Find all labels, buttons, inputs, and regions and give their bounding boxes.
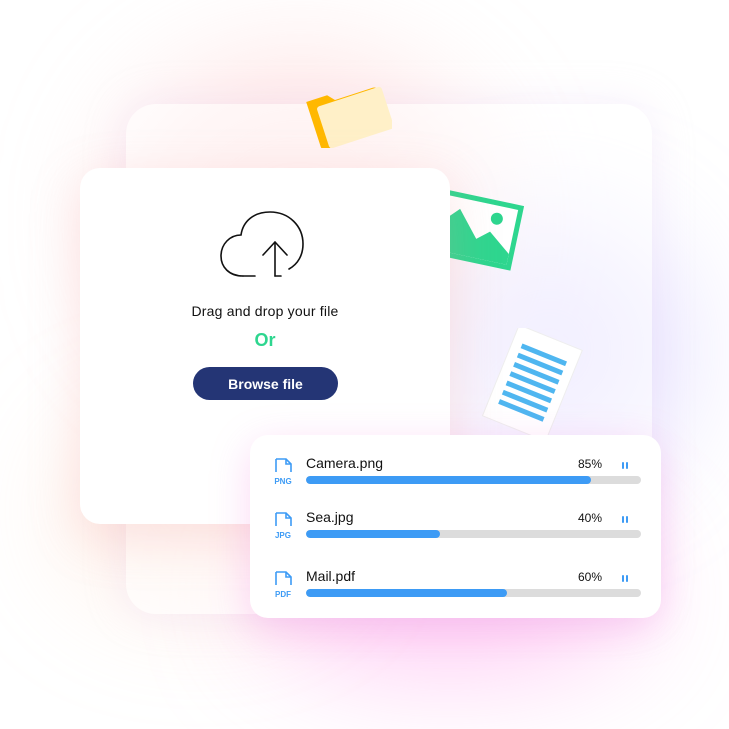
pause-icon[interactable] — [618, 459, 632, 473]
cloud-upload-icon — [220, 211, 304, 277]
progress-track — [306, 476, 641, 484]
progress-fill — [306, 530, 440, 538]
pause-icon[interactable] — [618, 572, 632, 586]
file-type-label: JPG — [275, 531, 291, 540]
jpg-file-icon: JPG — [275, 512, 292, 540]
progress-track — [306, 589, 641, 597]
file-type-label: PNG — [274, 477, 291, 486]
upload-percent: 85% — [577, 457, 602, 471]
upload-percent: 40% — [577, 511, 602, 525]
folder-icon — [306, 86, 392, 148]
upload-item: JPG Sea.jpg 40% — [250, 509, 661, 551]
progress-track — [306, 530, 641, 538]
document-icon — [481, 328, 583, 440]
file-name: Camera.png — [306, 455, 384, 471]
drag-drop-instruction: Drag and drop your file — [191, 303, 339, 319]
file-name: Mail.pdf — [306, 568, 356, 584]
pause-icon[interactable] — [618, 513, 632, 527]
upload-progress-panel: PNG Camera.png 85% JPG Sea.jpg 40% PDF M… — [250, 435, 661, 618]
pdf-file-icon: PDF — [275, 571, 292, 599]
or-separator: Or — [254, 330, 276, 350]
progress-fill — [306, 589, 507, 597]
upload-item: PNG Camera.png 85% — [250, 455, 661, 497]
progress-fill — [306, 476, 591, 484]
upload-item: PDF Mail.pdf 60% — [250, 568, 661, 610]
png-file-icon: PNG — [274, 458, 292, 486]
upload-percent: 60% — [577, 570, 602, 584]
file-type-label: PDF — [275, 590, 291, 599]
file-name: Sea.jpg — [306, 509, 354, 525]
browse-file-button[interactable]: Browse file — [193, 367, 338, 400]
